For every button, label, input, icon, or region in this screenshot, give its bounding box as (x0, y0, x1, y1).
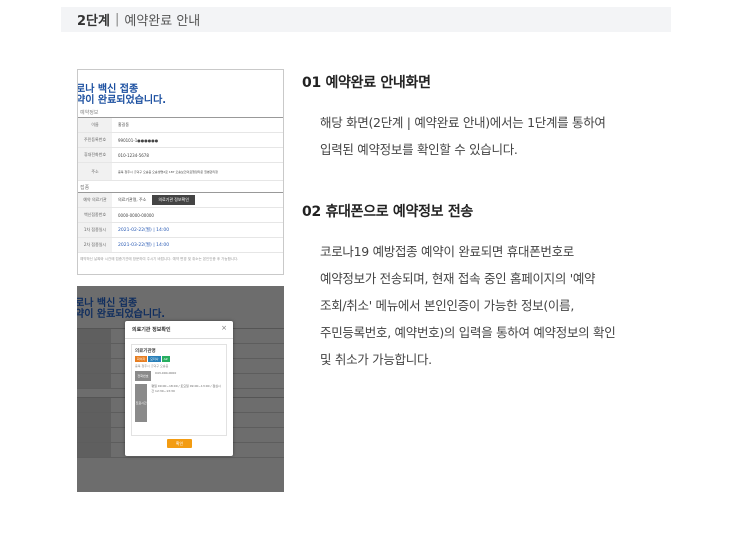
vaccine-tag: AZ (161, 356, 170, 362)
thumb-row-first-date: 1차 접종일시 2021-02-22(월) | 14:00 (78, 223, 283, 238)
modal-row-hours: 진료시간 평일 09:00~18:00 / 토요일 09:00~13:00 / 점… (135, 384, 223, 422)
clinic-modal-screenshot: 로나 백신 접종 약이 완료되었습니다. 의료기관 정보확인 × 의료기관명 화… (77, 286, 284, 492)
section2-heading: 02 휴대폰으로 예약정보 전송 (302, 204, 473, 220)
section2-body: 코로나19 예방접종 예약이 완료되면 휴대폰번호로 예약정보가 전송되며, 현… (320, 238, 660, 373)
clinic-info-button: 의료기관 정보확인 (152, 195, 196, 205)
close-icon: × (221, 324, 227, 332)
vaccine-tag: 모더나 (148, 356, 161, 362)
thumb-row-clinic: 예약 의료기관 의료기관명, 주소 의료기관 정보확인 (78, 193, 283, 208)
section1-body: 해당 화면(2단계 | 예약완료 안내)에서는 1단계를 통하여 입력된 예약정… (320, 109, 660, 163)
section1-line: 해당 화면(2단계 | 예약완료 안내)에서는 1단계를 통하여 (320, 115, 606, 130)
thumb-section2-label: 접종 (80, 185, 90, 191)
modal-confirm-button: 확인 (167, 439, 192, 448)
step-title: 예약완료 안내 (124, 14, 201, 29)
section2-line: 조회/취소' 메뉴에서 본인인증이 가능한 정보(이름, (320, 298, 574, 313)
thumb-row-second-date: 2차 접종일시 2021-03-22(월) | 14:00 (78, 238, 283, 253)
section1-heading: 01 예약완료 안내화면 (302, 75, 431, 91)
thumb-heading-line2: 약이 완료되었습니다. (77, 95, 167, 106)
step-label: 2단계 (77, 14, 110, 29)
thumb-heading-line1: 로나 백신 접종 (77, 84, 139, 95)
modal-divider (125, 338, 233, 339)
section2-line: 및 취소가 가능합니다. (320, 352, 432, 367)
modal-title: 의료기관 정보확인 (132, 327, 171, 333)
thumb-row-address: 주소 충북 청주시 흥덕구 오송읍 오송생명2로 187 오송보건의료행정타운 질… (78, 163, 283, 181)
clinic-info-modal: 의료기관 정보확인 × 의료기관명 화이자 모더나 AZ 충북 청주시 흥덕구 오송… (125, 321, 233, 456)
vaccine-tag: 화이자 (135, 356, 148, 362)
thumb-row-phone: 휴대전화번호 010-1234-5678 (78, 148, 283, 163)
section1-line: 입력된 예약정보를 확인할 수 있습니다. (320, 142, 518, 157)
thumb-section-label: 예약정보 (80, 110, 99, 116)
section2-line: 주민등록번호, 예약번호)의 입력을 통하여 예약정보의 확인 (320, 325, 616, 340)
section2-line: 코로나19 예방접종 예약이 완료되면 휴대폰번호로 (320, 244, 575, 259)
thumb2-heading-line1: 로나 백신 접종 (77, 298, 138, 309)
thumb2-heading-line2: 약이 완료되었습니다. (77, 309, 166, 320)
thumb-row-vaccine-no: 백신접종번호 0000-0000-00000 (78, 208, 283, 223)
thumb-footnote: 예약하신 날짜와 시간에 접종기관에 방문하여 주시기 바랍니다. 예약 변경 … (80, 257, 239, 261)
modal-address: 충북 청주시 흥덕구 오송읍 (135, 364, 169, 368)
thumb-row-id: 주민등록번호 990101-1●●●●●● (78, 133, 283, 148)
completion-screenshot: 로나 백신 접종 약이 완료되었습니다. 예약정보 이름 홍길동 주민등록번호 99… (77, 69, 284, 275)
modal-clinic-name: 의료기관명 (135, 349, 156, 354)
thumb-row-name: 이름 홍길동 (78, 118, 283, 133)
modal-row-phone: 전화번호 043-000-0000 (135, 371, 223, 381)
modal-content: 의료기관명 화이자 모더나 AZ 충북 청주시 흥덕구 오송읍 전화번호 043-00… (131, 344, 227, 436)
step-separator: | (114, 12, 120, 27)
section2-line: 예약정보가 전송되며, 현재 접속 중인 홈페이지의 '예약 (320, 271, 596, 286)
step-header: 2단계 | 예약완료 안내 (61, 7, 671, 32)
